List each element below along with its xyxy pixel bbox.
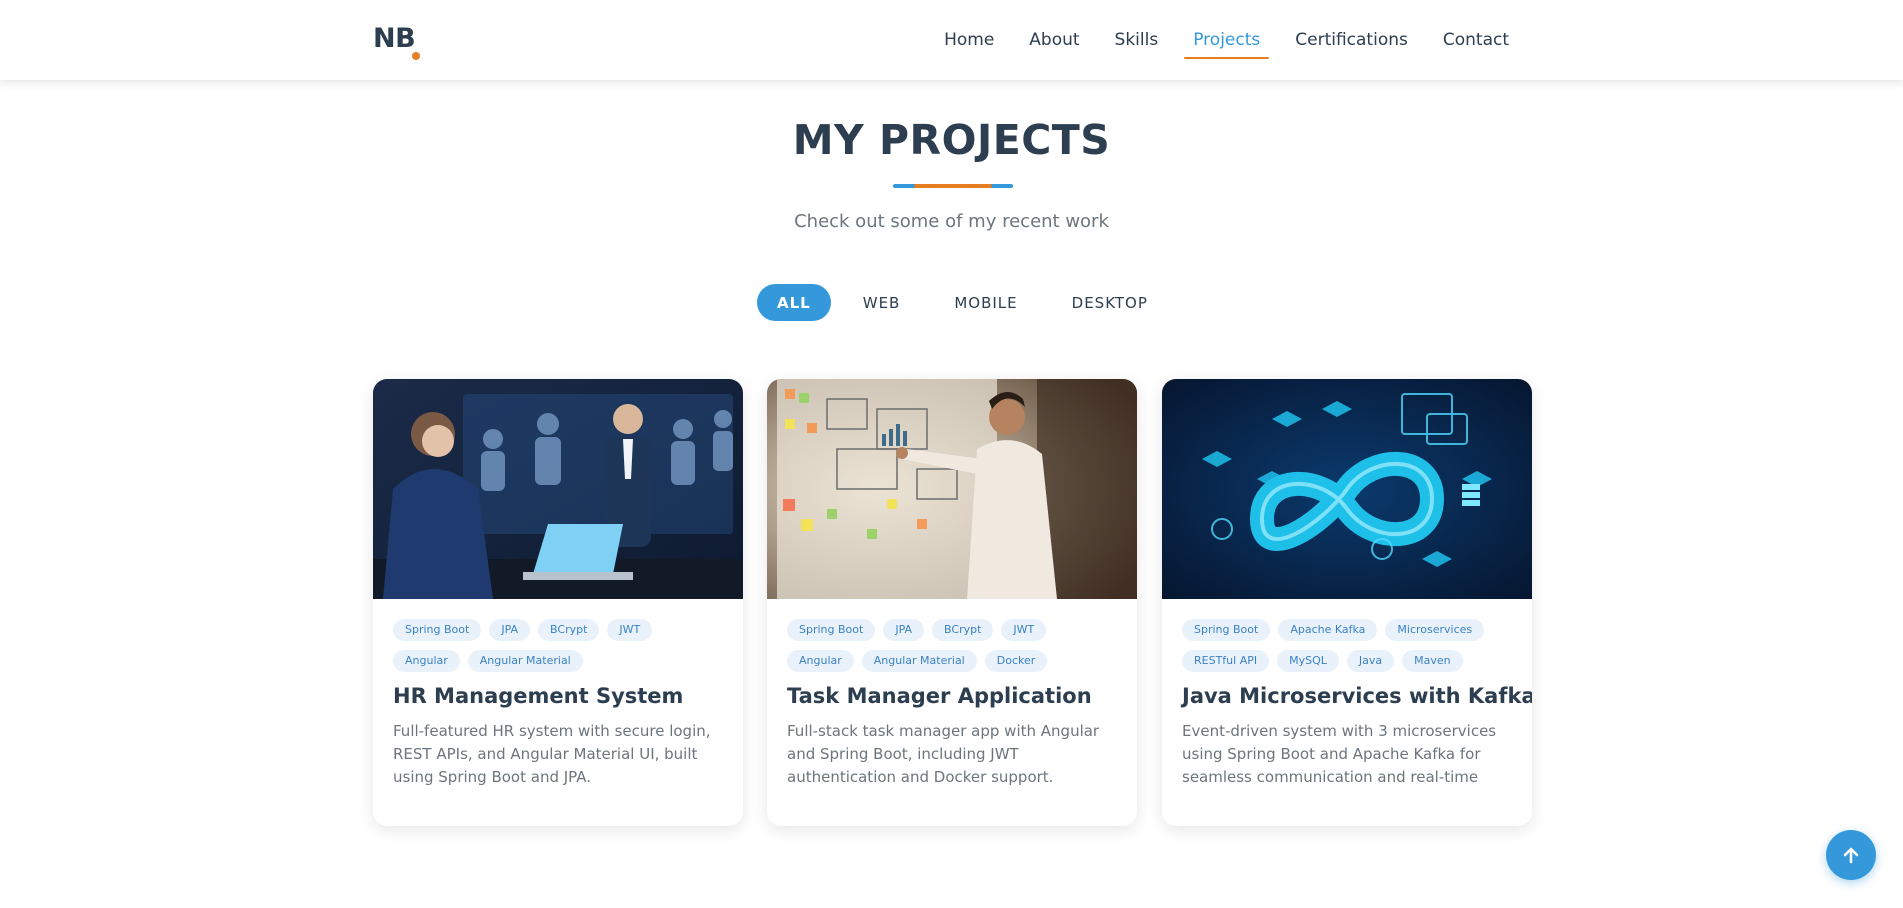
tag: Angular [787, 650, 854, 672]
project-title: Task Manager Application [787, 684, 1092, 708]
card-body: Spring Boot JPA BCrypt JWT Angular Angul… [767, 599, 1137, 789]
project-title: HR Management System [393, 684, 684, 708]
navbar: NB Home About Skills Projects Certificat… [0, 0, 1903, 80]
project-card-hr[interactable]: Spring Boot JPA BCrypt JWT Angular Angul… [373, 379, 743, 826]
project-card-kafka[interactable]: Spring Boot Apache Kafka Microservices R… [1162, 379, 1532, 826]
tag: Spring Boot [1182, 619, 1271, 641]
project-filters: ALL WEB MOBILE DESKTOP [757, 284, 1170, 321]
nav-projects[interactable]: Projects [1184, 28, 1270, 59]
tag: Docker [984, 650, 1048, 672]
card-body: Spring Boot JPA BCrypt JWT Angular Angul… [373, 599, 743, 789]
logo-dot [412, 52, 420, 60]
nav-about[interactable]: About [1020, 28, 1088, 52]
tag: Angular Material [861, 650, 977, 672]
tag: JWT [607, 619, 653, 641]
main-nav: Home About Skills Projects Certification… [918, 28, 1518, 59]
arrow-up-icon [1843, 847, 1859, 864]
tag: BCrypt [932, 619, 994, 641]
whiteboard-planning-image [767, 379, 1137, 599]
card-body: Spring Boot Apache Kafka Microservices R… [1162, 599, 1532, 789]
tag: Maven [1402, 650, 1463, 672]
tag-list: Spring Boot Apache Kafka Microservices R… [1182, 619, 1512, 672]
filter-web[interactable]: WEB [841, 284, 923, 321]
project-card-task-manager[interactable]: Spring Boot JPA BCrypt JWT Angular Angul… [767, 379, 1137, 826]
tag-list: Spring Boot JPA BCrypt JWT Angular Angul… [787, 619, 1117, 672]
tag: Spring Boot [393, 619, 482, 641]
nav-contact[interactable]: Contact [1434, 28, 1518, 52]
filter-mobile[interactable]: MOBILE [932, 284, 1039, 321]
tag: JPA [883, 619, 925, 641]
hr-meeting-image [373, 379, 743, 599]
section-subtitle: Check out some of my recent work [794, 211, 1109, 232]
nav-certifications[interactable]: Certifications [1286, 28, 1417, 52]
tag: RESTful API [1182, 650, 1270, 672]
infinity-loop-image [1162, 379, 1532, 599]
project-description: Event-driven system with 3 microservices… [1182, 722, 1497, 786]
title-underline [893, 184, 1013, 188]
tag: Spring Boot [787, 619, 876, 641]
filter-desktop[interactable]: DESKTOP [1050, 284, 1170, 321]
tag: MySQL [1277, 650, 1339, 672]
project-description: Full-stack task manager app with Angular… [787, 722, 1100, 786]
project-description: Full-featured HR system with secure logi… [393, 722, 711, 786]
tag: Angular Material [467, 650, 583, 672]
tag: BCrypt [538, 619, 600, 641]
tag: Java [1346, 650, 1395, 672]
section-title: MY PROJECTS [792, 116, 1111, 164]
logo[interactable]: NB [373, 23, 416, 54]
nav-home[interactable]: Home [935, 28, 1003, 52]
tag: Apache Kafka [1278, 619, 1378, 641]
nav-skills[interactable]: Skills [1106, 28, 1168, 52]
tag: Microservices [1385, 619, 1485, 641]
tag: Angular [393, 650, 460, 672]
project-title: Java Microservices with Kafka [1182, 684, 1532, 708]
tag-list: Spring Boot JPA BCrypt JWT Angular Angul… [393, 619, 723, 672]
tag: JPA [489, 619, 531, 641]
scroll-top-button[interactable] [1826, 830, 1876, 880]
filter-all[interactable]: ALL [757, 284, 831, 321]
tag: JWT [1001, 619, 1047, 641]
